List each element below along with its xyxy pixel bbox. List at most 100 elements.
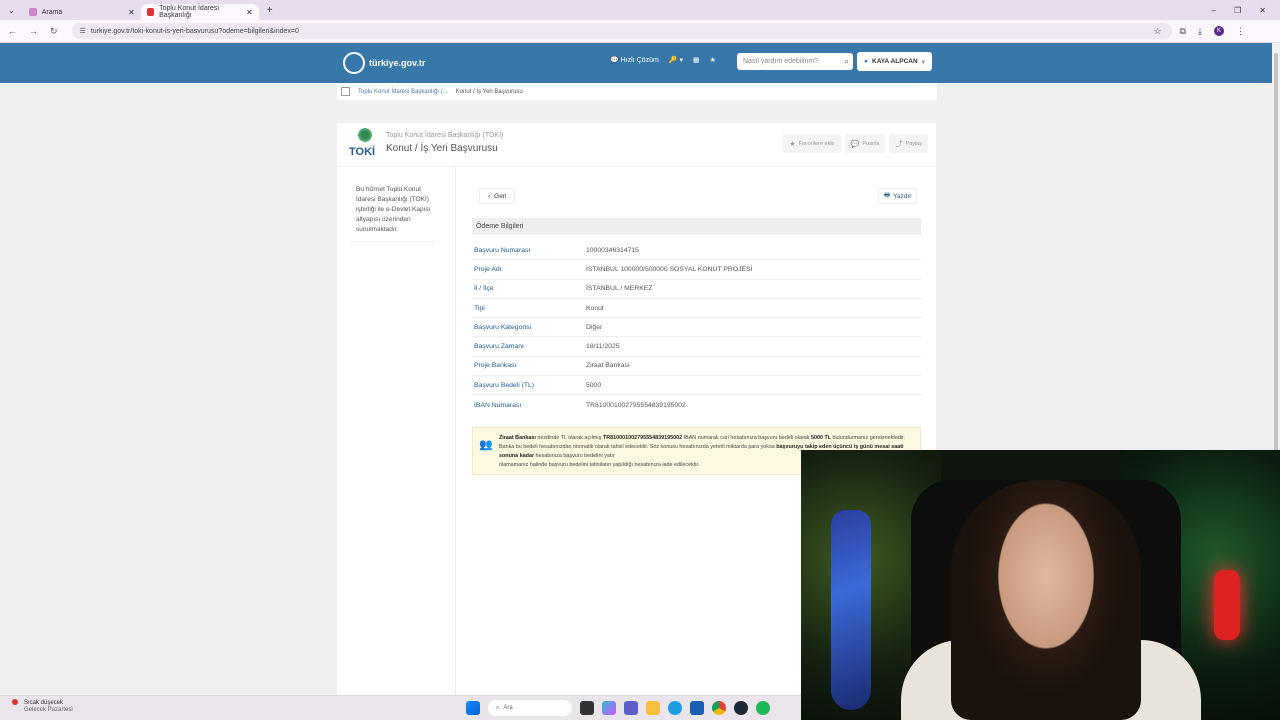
- row-label: Başvuru Numarası: [474, 246, 531, 254]
- guitar: [831, 510, 871, 710]
- spotify-icon[interactable]: [756, 701, 770, 715]
- edge-icon[interactable]: [668, 701, 682, 715]
- detail-row: Proje Adı İSTANBUL 100000/500000 SOSYAL K…: [472, 260, 921, 280]
- row-value: 10000346314715: [586, 246, 639, 254]
- weather-widget[interactable]: Sıcak düşecek Gelecek Pazartesi: [12, 699, 73, 714]
- nav-buttons: ← → ↻: [0, 26, 58, 37]
- print-button[interactable]: 🖶 Yazdır: [878, 188, 918, 204]
- menu-icon[interactable]: ⋮: [1236, 26, 1245, 37]
- profile-avatar[interactable]: K: [1213, 25, 1224, 36]
- row-value: Ziraat Bankası: [586, 362, 630, 370]
- quick-solution-label: Hızlı Çözüm: [620, 57, 659, 64]
- tab-toki[interactable]: Toplu Konut İdaresi Başkanlığı ✕: [140, 4, 259, 20]
- bookmark-star-icon[interactable]: ☆: [1153, 26, 1161, 37]
- site-info-icon[interactable]: ☰: [80, 27, 86, 35]
- close-tab-icon[interactable]: ✕: [246, 8, 253, 17]
- search-input[interactable]: Nasıl yardım edebilirim? ⌕: [737, 53, 853, 70]
- window-controls: – ❐ ✕: [1212, 6, 1280, 15]
- url-field[interactable]: ☰ turkiye.gov.tr/toki-konut-is-yeri-basv…: [71, 23, 1172, 39]
- search-icon: ⌕: [496, 704, 500, 711]
- quick-solution-link[interactable]: 💬 Hızlı Çözüm: [610, 56, 659, 64]
- copilot-icon[interactable]: [602, 701, 616, 715]
- back-button[interactable]: ‹ Geri: [479, 188, 516, 204]
- service-header: TOKİ Toplu Konut İdaresi Başkanlığı (TOK…: [337, 123, 936, 167]
- tab-arama[interactable]: Arama ✕: [23, 4, 141, 20]
- row-value: Konut: [586, 304, 604, 312]
- windows-start-icon[interactable]: [466, 701, 480, 715]
- chevron-down-icon: ▾: [921, 58, 925, 66]
- user-icon: ●: [864, 58, 869, 65]
- forward-arrow-icon[interactable]: →: [29, 26, 38, 37]
- toki-flower-icon: [357, 127, 373, 143]
- site-header: türkiye.gov.tr 💬 Hızlı Çözüm 🔑 ▾ ▦ ★ Nas…: [0, 43, 1272, 83]
- info-text: olamamanız halinde başvuru bedelini tahs…: [499, 462, 700, 468]
- turkiye-gov-logo[interactable]: türkiye.gov.tr: [343, 52, 425, 74]
- detail-row: İl / İlçe İSTANBUL / MERKEZ: [472, 280, 921, 299]
- info-text: nezdinde TL olarak açılmış: [535, 435, 603, 441]
- row-value: 5000: [586, 381, 602, 389]
- detail-row: Proje Bankası Ziraat Bankası: [472, 357, 921, 377]
- task-view-icon[interactable]: [580, 701, 594, 715]
- minimize-icon[interactable]: –: [1212, 6, 1216, 15]
- info-amount: 5000 TL: [810, 435, 832, 441]
- favorite-button[interactable]: ★ Favorilere ekle: [783, 134, 841, 153]
- grid-icon[interactable]: ▦: [693, 56, 700, 64]
- institution-name: Toplu Konut İdaresi Başkanlığı (TOKİ): [386, 132, 504, 139]
- taskbar-search[interactable]: ⌕ Ara: [488, 700, 572, 716]
- logo-mark-icon: [343, 52, 365, 74]
- tab-favicon-icon: [28, 8, 37, 16]
- info-bank: Ziraat Bankası: [499, 435, 536, 441]
- comment-icon: 💬: [850, 140, 860, 148]
- download-icon[interactable]: ⤓: [1198, 26, 1202, 37]
- teams-icon[interactable]: [624, 701, 638, 715]
- header-nav: 💬 Hızlı Çözüm 🔑 ▾ ▦ ★: [610, 56, 716, 64]
- service-actions: ★ Favorilere ekle 💬 Puanla ⤴ Paylaş: [783, 134, 928, 153]
- row-label: İl / İlçe: [474, 285, 494, 293]
- service-title: Konut / İş Yeri Başvurusu: [386, 143, 498, 154]
- section-title: Ödeme Bilgileri: [472, 218, 921, 235]
- print-label: Yazdır: [893, 192, 912, 200]
- info-text: hesabınıza başvuru bedelini yatır: [534, 453, 615, 459]
- share-icon: ⤴: [895, 140, 903, 148]
- row-value: 18/11/2025: [586, 343, 620, 351]
- chrome-icon[interactable]: [712, 701, 726, 715]
- store-icon[interactable]: [690, 701, 704, 715]
- favorites-star-icon[interactable]: ★: [710, 56, 716, 64]
- row-value: İSTANBUL / MERKEZ: [586, 285, 653, 293]
- extensions-icon[interactable]: ⧉: [1180, 26, 1186, 37]
- row-label: Başvuru Zamanı: [474, 343, 524, 351]
- close-window-icon[interactable]: ✕: [1259, 6, 1266, 15]
- toki-logo-text: TOKİ: [349, 146, 376, 158]
- tab-label: Arama: [41, 8, 63, 16]
- streamer: [951, 480, 1141, 720]
- home-icon[interactable]: [341, 87, 350, 96]
- steam-icon[interactable]: [734, 701, 748, 715]
- detail-row: IBAN Numarası TR810001002795554839195002: [472, 395, 921, 414]
- close-tab-icon[interactable]: ✕: [128, 8, 135, 17]
- weather-title: Sıcak düşecek: [24, 700, 64, 706]
- search-placeholder: Nasıl yardım edebilirim?: [743, 58, 819, 65]
- tab-list-icon[interactable]: ⌄: [0, 6, 23, 15]
- toolbar-icons: ⧉ ⤓ K ⋮: [1180, 25, 1245, 37]
- back-arrow-icon[interactable]: ←: [8, 26, 17, 37]
- tab-favicon-icon: [146, 8, 155, 16]
- row-label: Proje Adı: [474, 265, 502, 273]
- browser-tabbar: ⌄ Arama ✕ Toplu Konut İdaresi Başkanlığı…: [0, 0, 1280, 20]
- star-icon: ★: [789, 140, 796, 148]
- breadcrumb-parent-link[interactable]: Toplu Konut İdaresi Başkanlığı (...: [358, 89, 448, 95]
- detail-row: Başvuru Zamanı 18/11/2025: [472, 337, 921, 357]
- search-icon[interactable]: ⌕: [845, 57, 849, 67]
- restore-icon[interactable]: ❐: [1234, 6, 1241, 15]
- payment-details-table: Başvuru Numarası 10000346314715 Proje Adı…: [472, 241, 921, 415]
- info-iban: TR810001002795554839195002: [602, 435, 683, 441]
- user-menu-button[interactable]: ● KAYA ALPCAN ▾: [857, 52, 932, 71]
- tools-dropdown[interactable]: 🔑 ▾: [669, 56, 683, 64]
- scrollbar-thumb[interactable]: [1274, 53, 1278, 473]
- share-label: Paylaş: [905, 140, 922, 147]
- rate-button[interactable]: 💬 Puanla: [844, 134, 886, 153]
- new-tab-icon[interactable]: +: [259, 5, 273, 16]
- reload-icon[interactable]: ↻: [50, 26, 58, 37]
- address-bar-row: ← → ↻ ☰ turkiye.gov.tr/toki-konut-is-yer…: [0, 20, 1280, 43]
- file-explorer-icon[interactable]: [646, 701, 660, 715]
- share-button[interactable]: ⤴ Paylaş: [889, 134, 928, 153]
